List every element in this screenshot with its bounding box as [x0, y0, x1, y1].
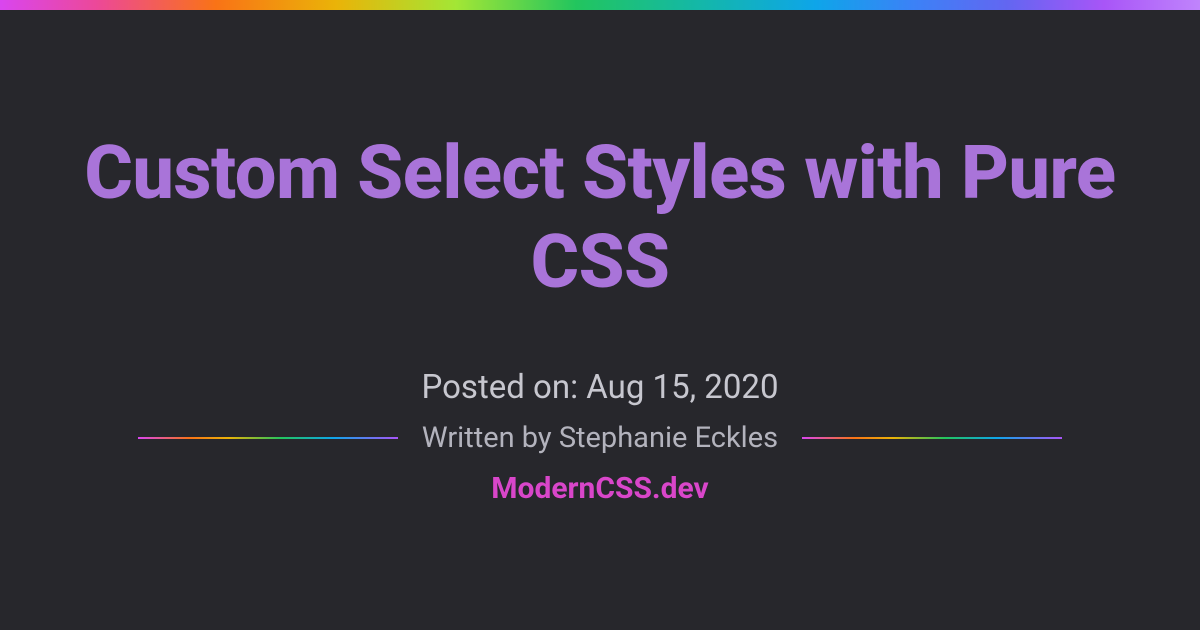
article-title: Custom Select Styles with Pure CSS: [50, 130, 1150, 308]
posted-date: Posted on: Aug 15, 2020: [422, 368, 779, 407]
author-byline: Written by Stephanie Eckles: [422, 421, 778, 455]
byline-row: Written by Stephanie Eckles: [138, 421, 1062, 455]
rainbow-rule-right: [802, 437, 1062, 439]
top-rainbow-bar: [0, 0, 1200, 10]
rainbow-rule-left: [138, 437, 398, 439]
site-name: ModernCSS.dev: [491, 471, 708, 506]
card-content: Custom Select Styles with Pure CSS Poste…: [0, 10, 1200, 506]
